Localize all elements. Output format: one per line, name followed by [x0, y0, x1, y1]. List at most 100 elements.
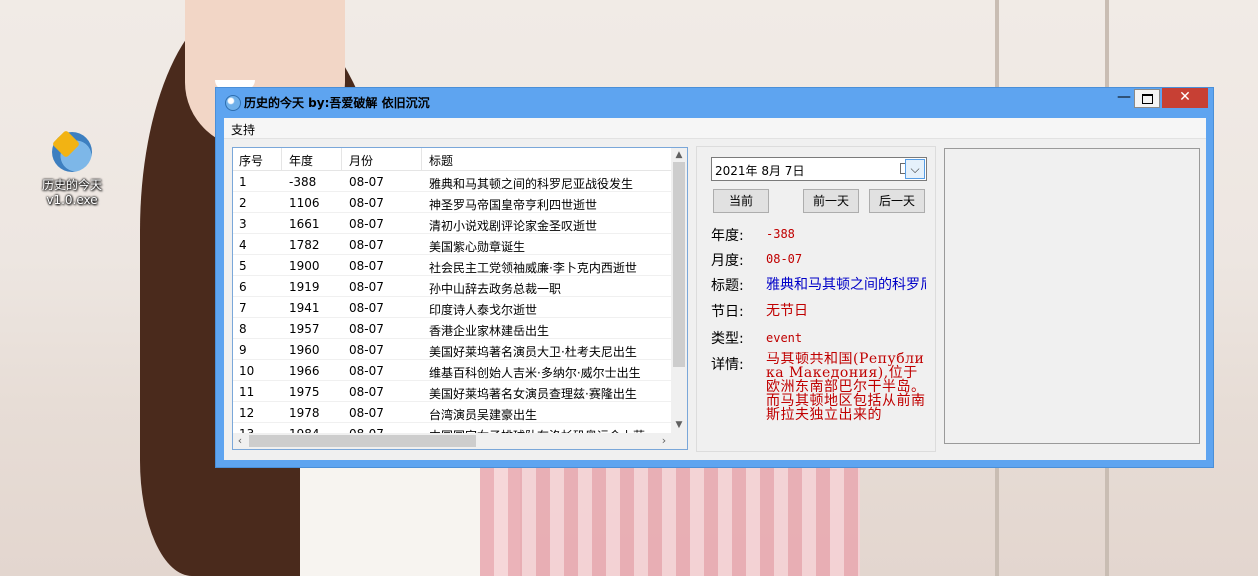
date-value: 2021年 8月 7日 — [715, 164, 805, 178]
chevron-down-icon[interactable]: ⌵ — [905, 159, 925, 179]
cell-year: -388 — [289, 175, 317, 189]
table-row[interactable]: 2 1106 08-07 神圣罗马帝国皇帝亨利四世逝世 — [233, 192, 671, 213]
scrollbar-corner — [671, 433, 687, 449]
cell-year: 1661 — [289, 217, 320, 231]
cell-title: 清初小说戏剧评论家金圣叹逝世 — [429, 219, 598, 233]
festival-label: 节日: — [711, 304, 744, 320]
type-label: 类型: — [711, 331, 744, 347]
cell-year: 1966 — [289, 364, 320, 378]
scroll-up-icon[interactable]: ▲ — [671, 148, 687, 162]
maximize-button[interactable] — [1134, 89, 1160, 108]
cell-index: 8 — [239, 322, 247, 336]
cell-title: 神圣罗马帝国皇帝亨利四世逝世 — [429, 198, 598, 212]
scroll-right-icon[interactable]: › — [657, 433, 671, 449]
cell-month: 08-07 — [349, 196, 384, 210]
cell-month: 08-07 — [349, 385, 384, 399]
cell-month: 08-07 — [349, 301, 384, 315]
year-value: -388 — [766, 227, 795, 241]
detail-panel: 2021年 8月 7日 ⌵ 当前 前一天 后一天 年度: -388 月度: 08… — [696, 146, 936, 452]
table-row[interactable]: 8 1957 08-07 香港企业家林建岳出生 — [233, 318, 671, 339]
table-row[interactable]: 10 1966 08-07 维基百科创始人吉米·多纳尔·威尔士出生 — [233, 360, 671, 381]
app-window: 历史的今天 by:吾爱破解 依旧沉沉 — ✕ 支持 序号 年度 月份 标题 1 -… — [215, 87, 1214, 468]
table-row[interactable]: 12 1978 08-07 台湾演员吴建豪出生 — [233, 402, 671, 423]
table-row[interactable]: 9 1960 08-07 美国好莱坞著名演员大卫·杜考夫尼出生 — [233, 339, 671, 360]
cell-year: 1900 — [289, 259, 320, 273]
cell-title: 社会民主工党领袖威廉·李卜克内西逝世 — [429, 261, 637, 275]
cell-index: 2 — [239, 196, 247, 210]
cell-month: 08-07 — [349, 364, 384, 378]
column-divider[interactable] — [341, 148, 342, 170]
cell-title: 香港企业家林建岳出生 — [429, 324, 550, 338]
cell-month: 08-07 — [349, 280, 384, 294]
cell-year: 1957 — [289, 322, 320, 336]
cell-index: 3 — [239, 217, 247, 231]
cell-month: 08-07 — [349, 175, 384, 189]
cell-index: 11 — [239, 385, 255, 399]
cell-month: 08-07 — [349, 322, 384, 336]
month-value: 08-07 — [766, 252, 803, 266]
scroll-down-icon[interactable]: ▼ — [671, 418, 687, 432]
cell-month: 08-07 — [349, 259, 384, 273]
app-icon — [225, 95, 241, 111]
app-shortcut-icon — [52, 132, 92, 172]
cell-month: 08-07 — [349, 343, 384, 357]
column-divider[interactable] — [281, 148, 282, 170]
table-row[interactable]: 6 1919 08-07 孙中山辞去政务总裁一职 — [233, 276, 671, 297]
title-bar[interactable]: 历史的今天 by:吾爱破解 依旧沉沉 — ✕ — [216, 88, 1213, 117]
detail-label: 详情: — [711, 357, 744, 373]
next-day-button[interactable]: 后一天 — [869, 189, 925, 213]
today-button[interactable]: 当前 — [713, 189, 769, 213]
image-preview-box — [944, 148, 1200, 444]
cell-year: 1960 — [289, 343, 320, 357]
table-row[interactable]: 3 1661 08-07 清初小说戏剧评论家金圣叹逝世 — [233, 213, 671, 234]
cell-year: 1978 — [289, 406, 320, 420]
cell-index: 6 — [239, 280, 247, 294]
table-row[interactable]: 1 -388 08-07 雅典和马其顿之间的科罗尼亚战役发生 — [233, 171, 671, 192]
cell-title: 雅典和马其顿之间的科罗尼亚战役发生 — [429, 177, 634, 191]
list-body: 1 -388 08-07 雅典和马其顿之间的科罗尼亚战役发生 2 1106 08-07 神圣罗… — [233, 171, 671, 433]
table-row[interactable]: 11 1975 08-07 美国好莱坞著名女演员查理兹·赛隆出生 — [233, 381, 671, 402]
menu-support[interactable]: 支持 — [231, 121, 255, 138]
cell-index: 5 — [239, 259, 247, 273]
column-divider[interactable] — [421, 148, 422, 170]
close-button[interactable]: ✕ — [1162, 88, 1208, 108]
table-row[interactable]: 13198408-07中国国家女子排球队在洛杉矶奥运会上获 — [233, 423, 671, 433]
column-header-title[interactable]: 标题 — [429, 152, 453, 169]
cell-index: 7 — [239, 301, 247, 315]
cell-index: 12 — [239, 406, 255, 420]
table-row[interactable]: 4 1782 08-07 美国紫心勋章诞生 — [233, 234, 671, 255]
menu-bar: 支持 — [224, 118, 1206, 139]
type-value: event — [766, 331, 803, 345]
month-label: 月度: — [711, 253, 744, 269]
window-title: 历史的今天 by:吾爱破解 依旧沉沉 — [244, 96, 430, 110]
cell-title: 维基百科创始人吉米·多纳尔·威尔士出生 — [429, 366, 641, 380]
column-header-month[interactable]: 月份 — [349, 152, 373, 169]
festival-value: 无节日 — [766, 303, 808, 319]
column-header-year[interactable]: 年度 — [289, 152, 313, 169]
desktop-shortcut-label: 历史的今天 v1.0.exe — [41, 178, 102, 207]
prev-day-button[interactable]: 前一天 — [803, 189, 859, 213]
cell-index: 1 — [239, 175, 247, 189]
cell-title: 印度诗人泰戈尔逝世 — [429, 303, 538, 317]
cell-title: 美国紫心勋章诞生 — [429, 240, 526, 254]
cell-title: 台湾演员吴建豪出生 — [429, 408, 538, 422]
cell-title: 美国好莱坞著名女演员查理兹·赛隆出生 — [429, 387, 637, 401]
horizontal-scroll-thumb[interactable] — [249, 435, 476, 447]
desktop-shortcut[interactable]: 历史的今天 v1.0.exe — [36, 132, 108, 208]
history-list[interactable]: 序号 年度 月份 标题 1 -388 08-07 雅典和马其顿之间的科罗尼亚战役发生 2… — [232, 147, 688, 450]
cell-index: 4 — [239, 238, 247, 252]
table-row[interactable]: 5 1900 08-07 社会民主工党领袖威廉·李卜克内西逝世 — [233, 255, 671, 276]
date-picker[interactable]: 2021年 8月 7日 ⌵ — [711, 157, 927, 181]
horizontal-scrollbar[interactable]: ‹ › — [233, 433, 671, 449]
list-header: 序号 年度 月份 标题 — [233, 148, 671, 171]
cell-title: 孙中山辞去政务总裁一职 — [429, 282, 562, 296]
cell-title: 美国好莱坞著名演员大卫·杜考夫尼出生 — [429, 345, 637, 359]
vertical-scroll-thumb[interactable] — [673, 162, 685, 367]
vertical-scrollbar[interactable]: ▲ ▼ — [671, 148, 687, 433]
maximize-icon — [1141, 94, 1153, 104]
title-label: 标题: — [711, 278, 744, 294]
scroll-left-icon[interactable]: ‹ — [233, 433, 247, 449]
table-row[interactable]: 7 1941 08-07 印度诗人泰戈尔逝世 — [233, 297, 671, 318]
column-header-index[interactable]: 序号 — [239, 152, 263, 169]
cell-year: 1941 — [289, 301, 320, 315]
